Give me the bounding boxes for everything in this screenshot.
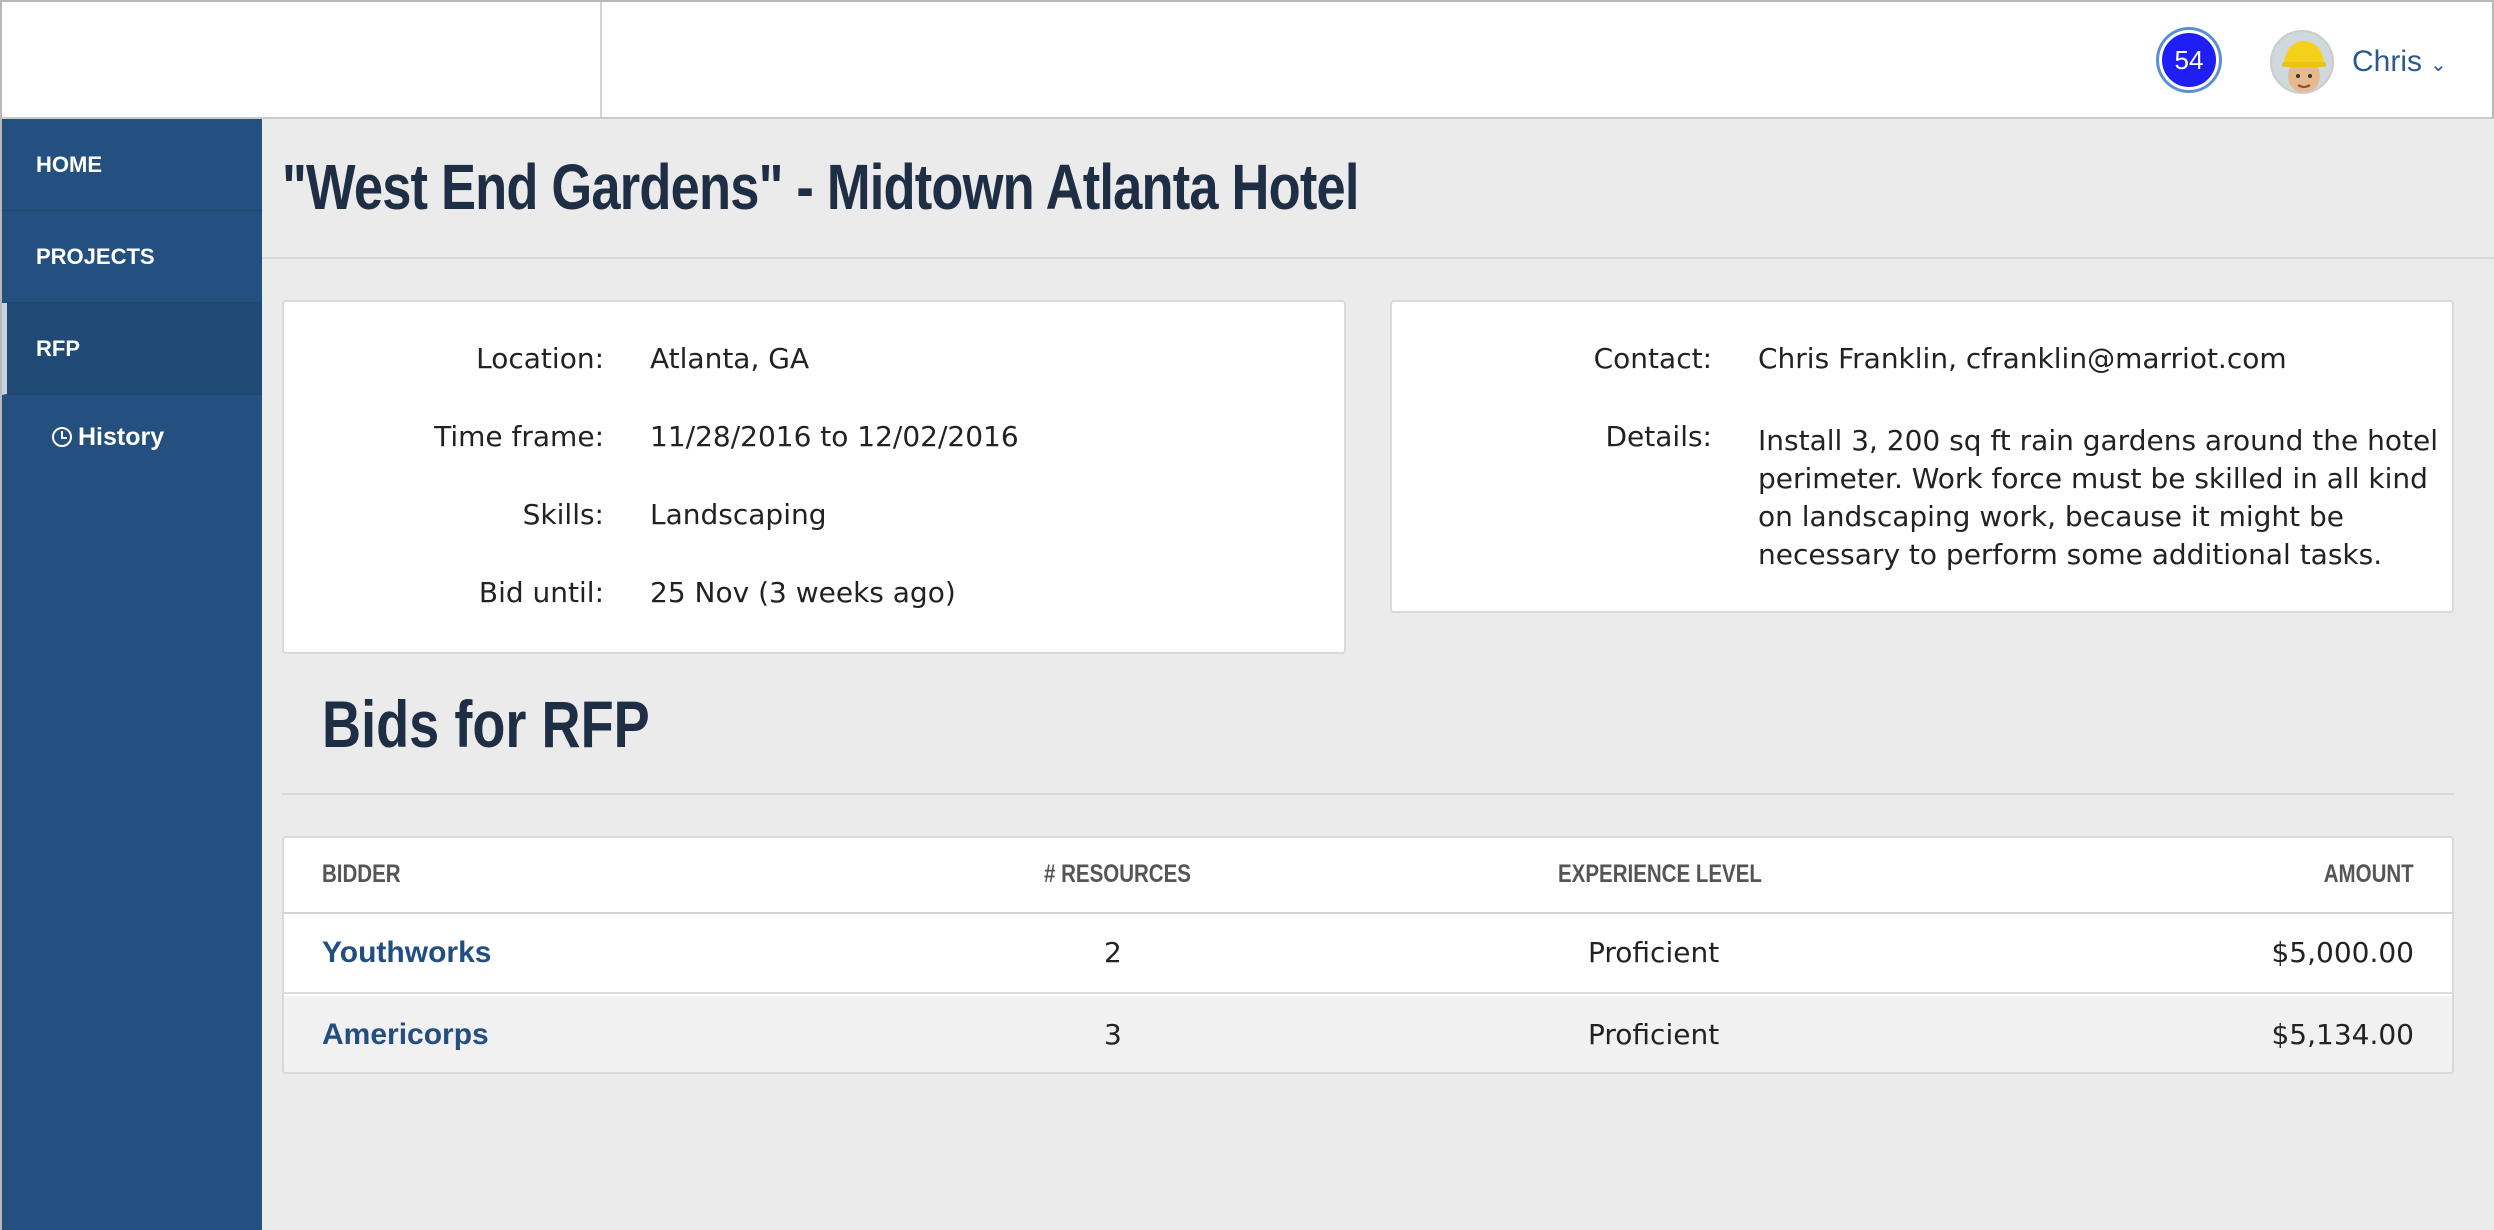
amount-cell: $5,134.00 bbox=[2271, 1018, 2414, 1051]
sidebar-item-label: HOME bbox=[36, 151, 102, 177]
table-row: Americorps 3 Proficient $5,134.00 bbox=[284, 996, 2452, 1072]
page-title: "West End Gardens" - Midtown Atlanta Hot… bbox=[282, 151, 1359, 223]
table-header: BIDDER # RESOURCES EXPERIENCE LEVEL AMOU… bbox=[284, 838, 2452, 914]
avatar[interactable] bbox=[2270, 30, 2334, 94]
bidder-link[interactable]: Americorps bbox=[322, 1018, 489, 1052]
skills-value: Landscaping bbox=[650, 498, 827, 531]
sidebar-item-home[interactable]: HOME bbox=[2, 119, 262, 211]
sidebar: HOME PROJECTS RFP History bbox=[0, 119, 262, 1230]
column-header-amount[interactable]: AMOUNT bbox=[2324, 860, 2414, 889]
experience-cell: Proficient bbox=[1588, 1018, 1720, 1051]
notification-badge[interactable]: 54 bbox=[2159, 30, 2219, 90]
notification-count: 54 bbox=[2174, 44, 2204, 75]
divider bbox=[262, 257, 2494, 259]
rfp-details-card: Location: Atlanta, GA Time frame: 11/28/… bbox=[282, 300, 1346, 654]
sidebar-item-projects[interactable]: PROJECTS bbox=[2, 211, 262, 303]
chevron-down-icon: ⌄ bbox=[2430, 53, 2447, 76]
location-label: Location: bbox=[476, 342, 604, 375]
rfp-contact-card: Contact: Chris Franklin, cfranklin@marri… bbox=[1390, 300, 2454, 613]
location-value: Atlanta, GA bbox=[650, 342, 810, 375]
table-row: Youthworks 2 Proficient $5,000.00 bbox=[284, 914, 2452, 994]
amount-cell: $5,000.00 bbox=[2271, 936, 2414, 969]
top-bar: 54 Chris ⌄ bbox=[0, 0, 2494, 119]
details-label: Details: bbox=[1605, 420, 1712, 453]
contact-value: Chris Franklin, cfranklin@marriot.com bbox=[1758, 342, 2287, 375]
timeframe-value: 11/28/2016 to 12/02/2016 bbox=[650, 420, 1019, 453]
divider bbox=[282, 793, 2454, 795]
sidebar-item-label: PROJECTS bbox=[36, 243, 155, 269]
sidebar-item-label: RFP bbox=[36, 335, 80, 361]
brand-area bbox=[2, 2, 602, 117]
timeframe-label: Time frame: bbox=[434, 420, 604, 453]
bid-until-value: 25 Nov (3 weeks ago) bbox=[650, 576, 956, 609]
resources-cell: 3 bbox=[1104, 1018, 1122, 1051]
contact-label: Contact: bbox=[1593, 342, 1712, 375]
avatar-image bbox=[2272, 32, 2332, 92]
column-header-bidder[interactable]: BIDDER bbox=[322, 860, 401, 889]
user-menu[interactable]: Chris ⌄ bbox=[2352, 38, 2447, 86]
resources-cell: 2 bbox=[1104, 936, 1122, 969]
column-header-experience[interactable]: EXPERIENCE LEVEL bbox=[1558, 860, 1762, 889]
column-header-resources[interactable]: # RESOURCES bbox=[1044, 860, 1191, 889]
clock-icon bbox=[52, 427, 72, 447]
sidebar-item-history[interactable]: History bbox=[2, 395, 262, 479]
sidebar-item-label: History bbox=[78, 422, 165, 451]
bids-table: BIDDER # RESOURCES EXPERIENCE LEVEL AMOU… bbox=[282, 836, 2454, 1074]
bids-title: Bids for RFP bbox=[322, 687, 650, 761]
experience-cell: Proficient bbox=[1588, 936, 1720, 969]
sidebar-item-rfp[interactable]: RFP bbox=[2, 303, 262, 395]
bid-until-label: Bid until: bbox=[478, 576, 604, 609]
details-value: Install 3, 200 sq ft rain gardens around… bbox=[1758, 424, 2438, 571]
user-name: Chris bbox=[2352, 45, 2423, 78]
skills-label: Skills: bbox=[522, 498, 604, 531]
bidder-link[interactable]: Youthworks bbox=[322, 936, 491, 970]
